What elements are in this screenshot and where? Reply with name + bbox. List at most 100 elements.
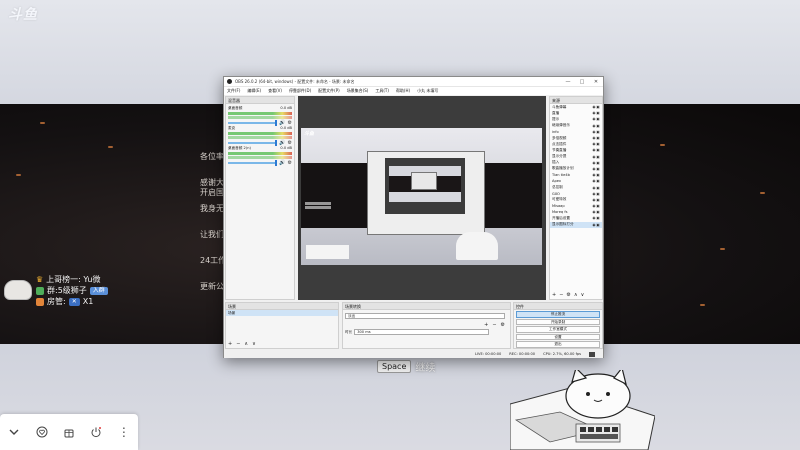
lock-icon[interactable]: ▣	[596, 155, 600, 159]
source-name: 提示	[552, 116, 560, 121]
lock-icon[interactable]: ▣	[596, 142, 600, 146]
exit-button[interactable]: 退出	[516, 341, 600, 348]
viewer-info-admin: 房管: ✕ X1	[36, 296, 108, 307]
more-icon[interactable]: ⋮	[118, 425, 130, 439]
menu-tools[interactable]: 工具(T)	[375, 88, 389, 94]
lock-icon[interactable]: ▣	[596, 130, 600, 134]
lock-icon[interactable]: ▣	[596, 179, 600, 183]
volume-slider[interactable]	[228, 160, 278, 166]
studio-mode-button[interactable]: 工作室模式	[516, 326, 600, 333]
preview-chat-overlay	[305, 202, 331, 212]
move-scene-up-button[interactable]: ∧	[244, 341, 248, 347]
move-source-up-button[interactable]: ∧	[574, 292, 578, 298]
lock-icon[interactable]: ▣	[596, 186, 600, 190]
add-scene-button[interactable]: +	[228, 341, 232, 347]
lock-icon[interactable]: ▣	[596, 148, 600, 152]
channel-name: 麦克	[228, 126, 236, 130]
menu-view[interactable]: 查看(V)	[268, 88, 282, 94]
channel-name: 桌面音频 2(n)	[228, 146, 251, 150]
chevron-down-icon[interactable]	[8, 425, 20, 439]
remove-source-button[interactable]: −	[559, 292, 563, 298]
lock-icon[interactable]: ▣	[596, 204, 600, 208]
menu-docks[interactable]: 停靠部件(D)	[289, 88, 311, 94]
channel-db: 0.0 dB	[280, 146, 292, 150]
add-transition-button[interactable]: +	[484, 322, 488, 328]
lock-icon[interactable]: ▣	[596, 216, 600, 220]
menu-file[interactable]: 文件(F)	[227, 88, 240, 94]
source-name: Apex	[552, 179, 562, 184]
move-scene-down-button[interactable]: ∨	[252, 341, 256, 347]
move-source-down-button[interactable]: ∨	[581, 292, 585, 298]
viewer-info-group: 群:5级狮子 入群	[36, 285, 108, 296]
duration-input[interactable]: 300 ms	[354, 329, 490, 335]
remove-scene-button[interactable]: −	[236, 341, 240, 347]
source-name: 继续弹音乐	[552, 123, 570, 128]
obs-title-bar[interactable]: OBS 26.0.2 (64-bit, windows) - 配置文件: 未命名…	[224, 77, 603, 87]
menu-edit[interactable]: 编辑(E)	[247, 88, 261, 94]
mixer-title: 混音器	[226, 97, 294, 104]
viewer-info-rank: ♛ 上哥榜一: Yu微	[36, 274, 108, 285]
minimize-button[interactable]: —	[561, 79, 575, 85]
lock-icon[interactable]: ▣	[596, 223, 600, 227]
menu-profile[interactable]: 配置文件(P)	[318, 88, 340, 94]
lock-icon[interactable]: ▣	[596, 124, 600, 128]
gear-icon[interactable]: ⚙	[288, 160, 292, 166]
preview-brand-logo: 斗鱼	[304, 131, 315, 137]
source-name: info	[552, 129, 559, 134]
sources-panel: 来源 斗鱼弹幕 ◉ ▣ 直播 ◉ ▣ 提示 ◉ ▣ 继续弹音乐 ◉ ▣ info ◉ ▣ 多倍视频 ◉ ▣ 点击插件 ◉…	[549, 96, 603, 300]
obs-status-bar: LIVE: 00:00:00 REC: 00:00:00 CPU: 2.7%, …	[224, 350, 603, 358]
menu-scene-collection[interactable]: 场景集合(S)	[347, 88, 369, 94]
volume-slider[interactable]	[228, 140, 278, 146]
lock-icon[interactable]: ▣	[596, 192, 600, 196]
cat-avatar	[4, 280, 32, 300]
space-key[interactable]: Space	[377, 360, 412, 373]
lock-icon[interactable]: ▣	[596, 105, 600, 109]
speaker-icon[interactable]: 🔊	[279, 160, 285, 166]
group-icon	[36, 286, 44, 295]
mixer-channel: 麦克 0.0 dB 🔊 ⚙	[226, 124, 294, 146]
close-button[interactable]: ✕	[589, 79, 603, 85]
channel-db: 0.0 dB	[280, 126, 292, 130]
preview-canvas[interactable]: 斗鱼	[301, 128, 542, 265]
lock-icon[interactable]: ▣	[596, 117, 600, 121]
cat-mascot-overlay	[510, 370, 655, 450]
maximize-button[interactable]: □	[575, 79, 589, 85]
start-recording-button[interactable]: 开始录制	[516, 318, 600, 325]
rank-text: 上哥榜一: Yu微	[46, 275, 101, 284]
live-timer: LIVE: 00:00:00	[474, 352, 502, 356]
gift-box-icon[interactable]	[63, 425, 75, 439]
preview-canvas-area[interactable]: 斗鱼	[298, 96, 546, 300]
mixer-channel: 桌面音频 0.0 dB 🔊 ⚙	[226, 104, 294, 126]
settings-button[interactable]: 设置	[516, 333, 600, 340]
join-group-badge[interactable]: 入群	[89, 286, 108, 295]
ember-decoration	[16, 174, 21, 176]
add-source-button[interactable]: +	[552, 292, 556, 298]
menu-extra[interactable]: 小丸 未填写	[417, 88, 438, 94]
lock-icon[interactable]: ▣	[596, 198, 600, 202]
ember-decoration	[720, 248, 725, 250]
menu-help[interactable]: 帮助(H)	[396, 88, 410, 94]
lock-icon[interactable]: ▣	[596, 111, 600, 115]
source-name: 总控制	[552, 185, 563, 190]
volume-slider[interactable]	[228, 120, 278, 126]
lock-icon[interactable]: ▣	[596, 167, 600, 171]
source-settings-button[interactable]: ⚙	[566, 292, 570, 298]
power-icon[interactable]	[90, 425, 102, 439]
obs-window: OBS 26.0.2 (64-bit, windows) - 配置文件: 未命名…	[223, 76, 604, 358]
lock-icon[interactable]: ▣	[596, 136, 600, 140]
lock-icon[interactable]: ▣	[596, 161, 600, 165]
controls-panel: 控件 停止推流 开始录制 工作室模式 设置 退出	[513, 302, 603, 349]
lock-icon[interactable]: ▣	[596, 173, 600, 177]
lock-icon[interactable]: ▣	[596, 210, 600, 214]
source-item[interactable]: 显示图标打分 ◉ ▣	[550, 221, 602, 228]
transition-select[interactable]: 淡出	[345, 313, 505, 319]
heart-icon[interactable]	[35, 425, 48, 439]
transition-settings-button[interactable]: ⚙	[501, 322, 505, 328]
scenes-title: 场景	[226, 303, 338, 310]
scene-item[interactable]: 场景	[226, 310, 338, 316]
stream-status-indicator	[589, 351, 595, 357]
source-name: Moreq fs	[552, 210, 568, 215]
remove-transition-button[interactable]: −	[492, 322, 496, 328]
stop-streaming-button[interactable]: 停止推流	[516, 311, 600, 318]
room-admin-icon	[36, 297, 44, 306]
